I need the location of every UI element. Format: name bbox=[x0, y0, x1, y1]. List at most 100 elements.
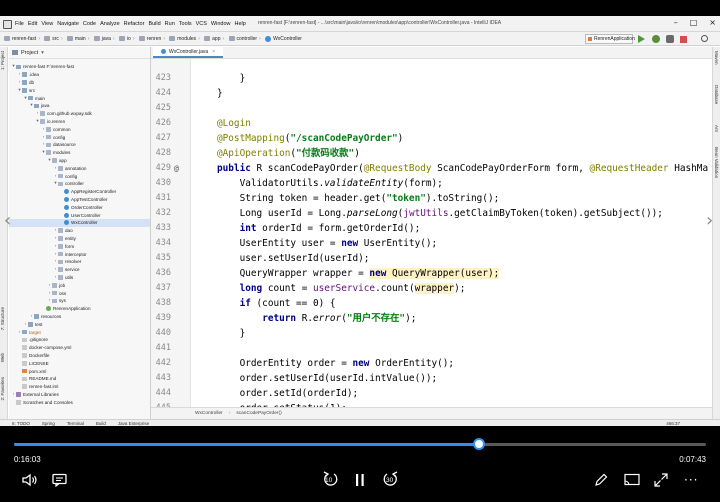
fullscreen-button[interactable] bbox=[654, 472, 668, 491]
tree-item[interactable]: › config bbox=[9, 172, 150, 180]
menu-code[interactable]: Code bbox=[83, 21, 96, 27]
tree-item[interactable]: docker-compose.yml bbox=[9, 344, 150, 352]
tree-item[interactable]: › entity bbox=[9, 235, 150, 243]
menu-navigate[interactable]: Navigate bbox=[57, 21, 79, 27]
tool-window-ant[interactable]: Ant bbox=[714, 125, 719, 132]
project-panel-header[interactable]: Project ▾ bbox=[9, 47, 150, 59]
menu-window[interactable]: Window bbox=[211, 21, 231, 27]
editor-crumb-class[interactable]: WxController bbox=[195, 411, 223, 416]
skip-back-button[interactable]: 10 bbox=[320, 470, 340, 492]
tree-item[interactable]: Scratches and Consoles bbox=[9, 398, 150, 406]
tool-window-project[interactable]: 1: Project bbox=[0, 51, 5, 70]
maximize-icon[interactable]: □ bbox=[690, 18, 698, 27]
breadcrumb-2[interactable]: main › bbox=[66, 36, 90, 42]
editor-crumb-method[interactable]: scanCodePayOrder() bbox=[236, 411, 281, 416]
tree-item[interactable]: ▾ java bbox=[9, 102, 150, 110]
tree-item[interactable]: › config bbox=[9, 133, 150, 141]
tree-item[interactable]: LICENSE bbox=[9, 359, 150, 367]
tool-window-web[interactable]: Web bbox=[0, 353, 5, 362]
menu-view[interactable]: View bbox=[41, 21, 53, 27]
tool-java-enterprise[interactable]: Java Enterprise bbox=[118, 421, 149, 426]
tree-item[interactable]: › dao bbox=[9, 227, 150, 235]
tree-item[interactable]: › annotation bbox=[9, 164, 150, 172]
tree-item[interactable]: › resources bbox=[9, 313, 150, 321]
menu-refactor[interactable]: Refactor bbox=[124, 21, 145, 27]
breadcrumb-9[interactable]: WxController bbox=[265, 35, 304, 42]
tree-item[interactable]: ▾ src bbox=[9, 86, 150, 94]
minimize-icon[interactable]: – bbox=[674, 18, 678, 27]
subtitles-button[interactable] bbox=[52, 472, 68, 491]
cast-button[interactable] bbox=[624, 472, 640, 491]
breadcrumb-1[interactable]: src › bbox=[44, 36, 63, 42]
tree-item[interactable]: README.md bbox=[9, 375, 150, 383]
tree-item[interactable]: › oss bbox=[9, 289, 150, 297]
tree-item[interactable]: Dockerfile bbox=[9, 352, 150, 360]
menu-vcs[interactable]: VCS bbox=[196, 21, 207, 27]
tool-window-maven[interactable]: Maven bbox=[714, 51, 719, 65]
tool-terminal[interactable]: Terminal bbox=[67, 421, 84, 426]
tree-item[interactable]: › External Libraries bbox=[9, 391, 150, 399]
tree-item[interactable]: ▾ app bbox=[9, 157, 150, 165]
tool-window-bean-validation[interactable]: Bean Validation bbox=[714, 147, 719, 178]
tool-build[interactable]: Build bbox=[96, 421, 106, 426]
next-chevron-icon[interactable]: › bbox=[706, 211, 718, 231]
menu-file[interactable]: File bbox=[15, 21, 24, 27]
tree-item[interactable]: WxController bbox=[9, 219, 150, 227]
breadcrumb-7[interactable]: app › bbox=[204, 36, 225, 42]
edit-button[interactable] bbox=[594, 472, 608, 491]
tree-item[interactable]: › common bbox=[9, 125, 150, 133]
tree-item[interactable]: › target bbox=[9, 328, 150, 336]
code-area[interactable]: 423} 424} 425 426 @Login 427 @PostMapping("/sc… bbox=[151, 71, 712, 414]
seek-bar[interactable] bbox=[14, 443, 706, 446]
tree-item[interactable]: › utils bbox=[9, 274, 150, 282]
tree-item[interactable]: › datasource bbox=[9, 141, 150, 149]
tree-item[interactable]: › .idea bbox=[9, 71, 150, 79]
tree-item[interactable]: › test bbox=[9, 320, 150, 328]
menu-edit[interactable]: Edit bbox=[28, 21, 37, 27]
tree-item[interactable]: › interceptor bbox=[9, 250, 150, 258]
tree-item[interactable]: ▾ renren-fast F:\renren-fast bbox=[9, 63, 150, 71]
menu-help[interactable]: Help bbox=[234, 21, 245, 27]
tool-window-favorites[interactable]: 2: Favorites bbox=[0, 377, 5, 401]
pause-button[interactable] bbox=[354, 472, 366, 491]
menu-tools[interactable]: Tools bbox=[179, 21, 192, 27]
tree-item[interactable]: › sys bbox=[9, 297, 150, 305]
run-configuration-select[interactable]: RenrenApplication bbox=[585, 34, 635, 44]
breadcrumb-6[interactable]: modules › bbox=[169, 36, 200, 42]
seek-handle[interactable] bbox=[473, 438, 486, 450]
gutter-annotation-icon[interactable]: @ bbox=[174, 161, 179, 176]
run-icon[interactable] bbox=[638, 35, 645, 43]
menu-analyze[interactable]: Analyze bbox=[100, 21, 120, 27]
tree-item[interactable]: ▾ controller bbox=[9, 180, 150, 188]
breadcrumb-0[interactable]: renren-fast › bbox=[4, 36, 40, 42]
tree-item[interactable]: .gitignore bbox=[9, 336, 150, 344]
breadcrumb-4[interactable]: io › bbox=[118, 36, 135, 42]
tab-wxcontroller[interactable]: WxController.java × bbox=[153, 47, 224, 58]
tool-window-structure[interactable]: 7: Structure bbox=[0, 307, 5, 330]
tree-item[interactable]: › com.github.wxpay.sdk bbox=[9, 110, 150, 118]
tree-item[interactable]: RenrenApplication bbox=[9, 305, 150, 313]
breadcrumb-3[interactable]: java › bbox=[93, 36, 115, 42]
menu-build[interactable]: Build bbox=[148, 21, 160, 27]
close-icon[interactable]: × bbox=[709, 18, 716, 27]
tree-item[interactable]: renren-fast.iml bbox=[9, 383, 150, 391]
tree-item[interactable]: ▾ modules bbox=[9, 149, 150, 157]
volume-button[interactable] bbox=[22, 472, 38, 491]
tree-item[interactable]: AppRegisterController bbox=[9, 188, 150, 196]
coverage-icon[interactable] bbox=[666, 35, 674, 43]
stop-icon[interactable] bbox=[680, 36, 687, 43]
tree-item[interactable]: AppTestController bbox=[9, 196, 150, 204]
search-icon[interactable] bbox=[701, 35, 708, 42]
debug-icon[interactable] bbox=[652, 35, 660, 43]
tree-item[interactable]: pom.xml bbox=[9, 367, 150, 375]
tree-item[interactable]: › resolver bbox=[9, 258, 150, 266]
tree-item[interactable]: ▾ main bbox=[9, 94, 150, 102]
tool-window-database[interactable]: Database bbox=[714, 85, 719, 104]
more-options-icon[interactable]: ··· bbox=[684, 473, 698, 487]
tool-todo[interactable]: 6: TODO bbox=[12, 421, 30, 426]
tree-item[interactable]: › job bbox=[9, 281, 150, 289]
close-tab-icon[interactable]: × bbox=[212, 49, 215, 55]
tree-item[interactable]: UserController bbox=[9, 211, 150, 219]
skip-forward-button[interactable]: 30 bbox=[381, 470, 401, 492]
tree-item[interactable]: ▾ io.renren bbox=[9, 118, 150, 126]
